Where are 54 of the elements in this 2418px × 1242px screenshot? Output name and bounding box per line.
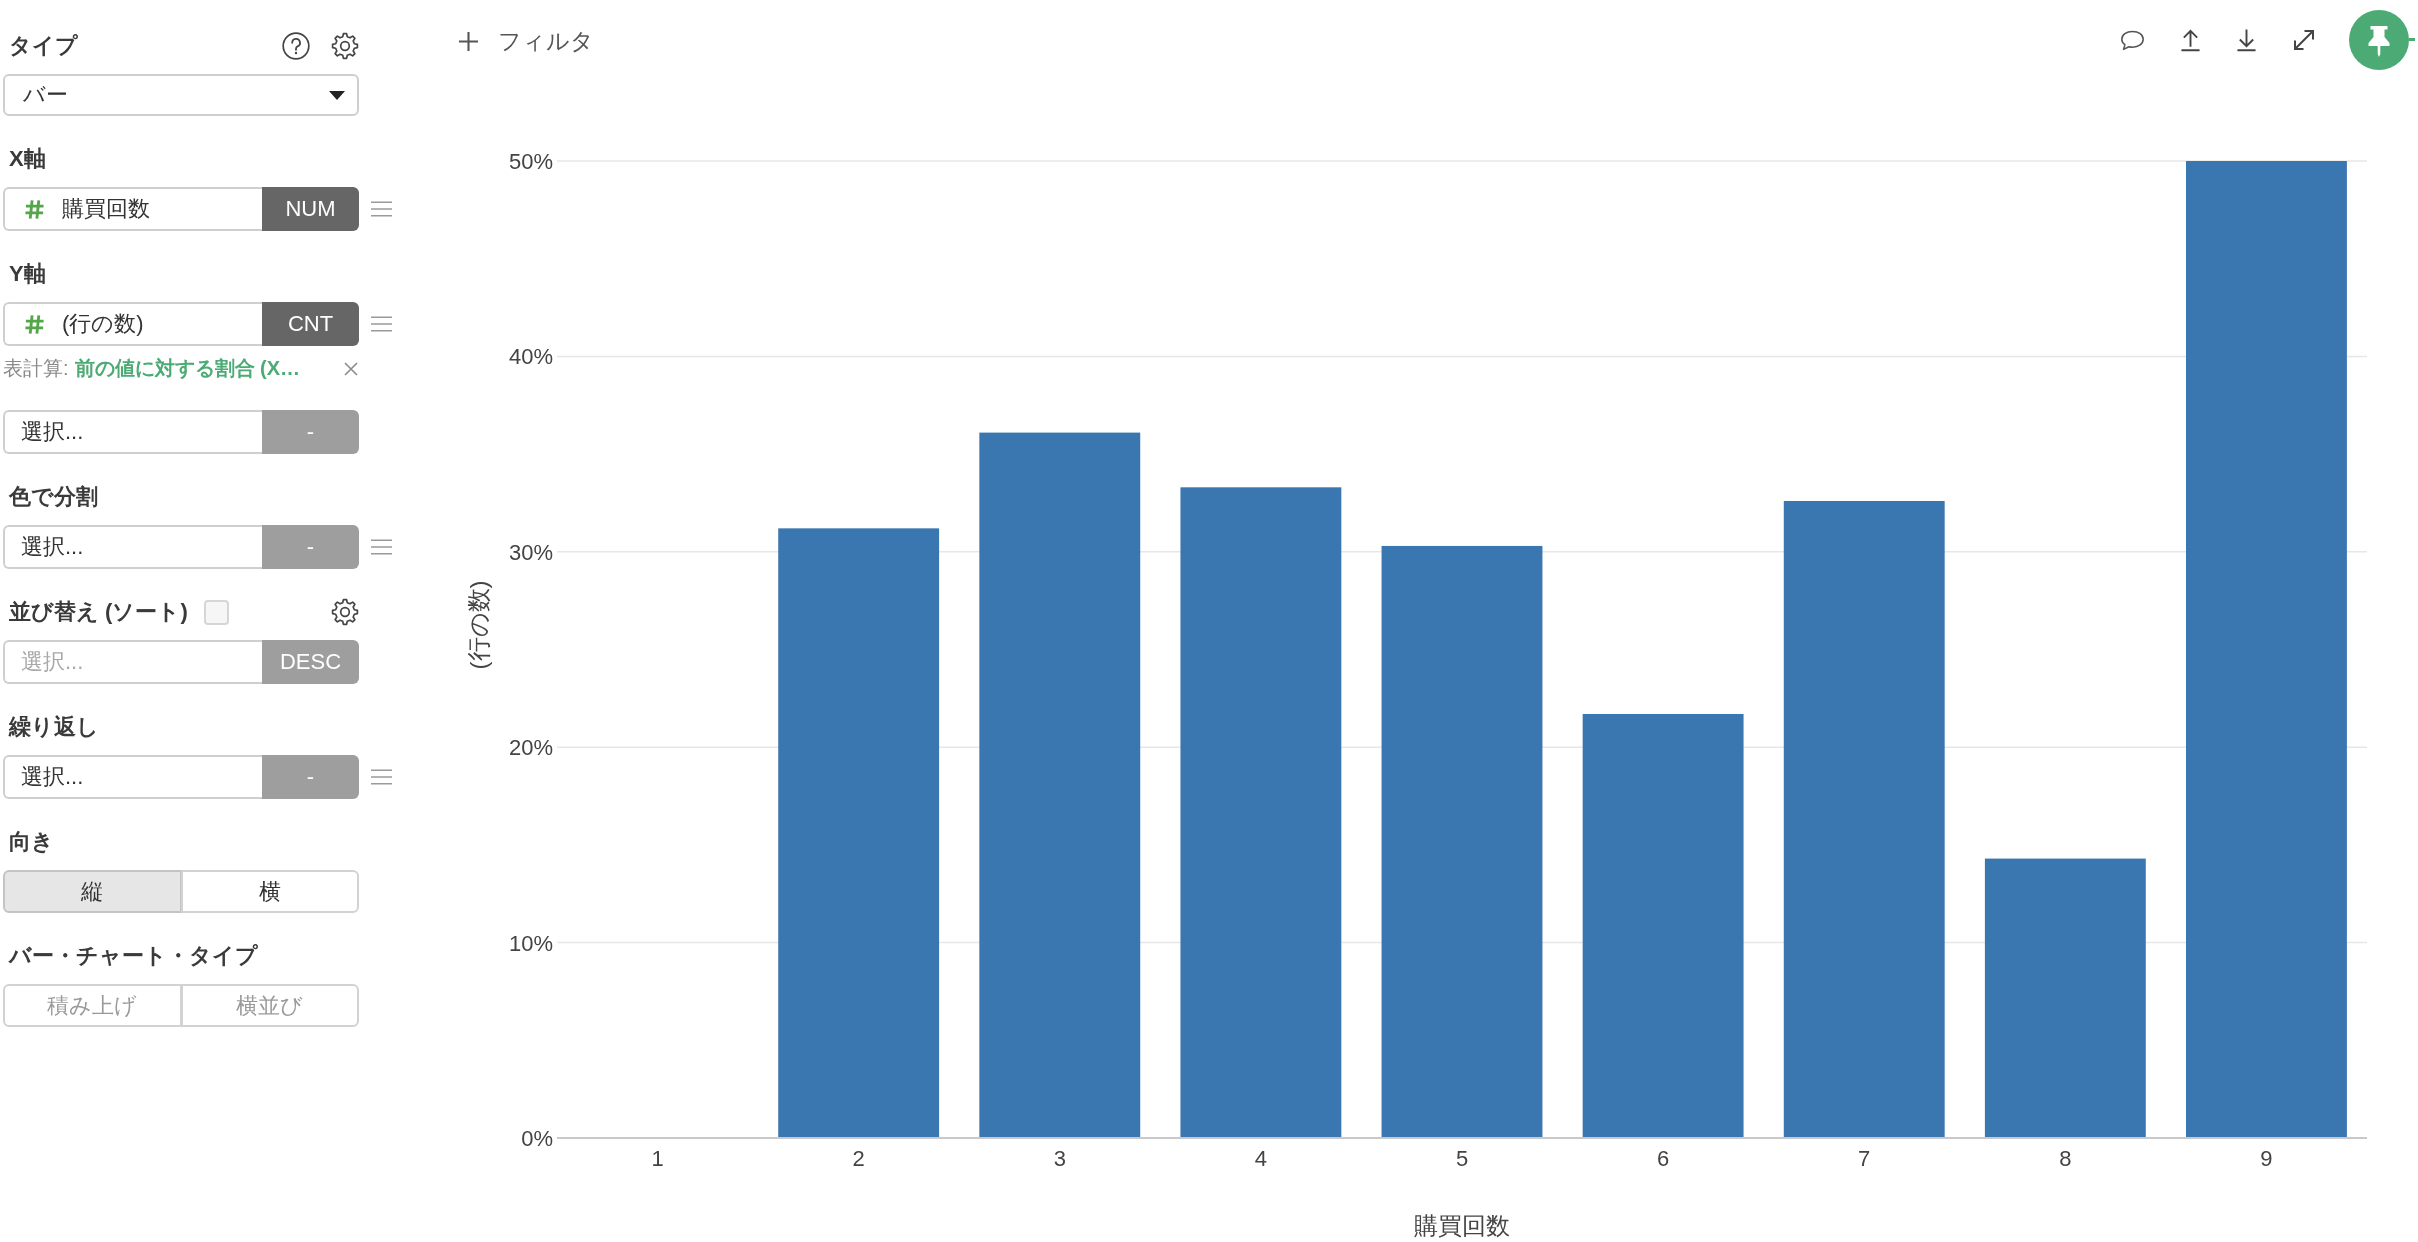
help-icon[interactable] <box>282 32 310 60</box>
x-tick-label: 2 <box>852 1146 865 1171</box>
calc-label: 表計算: <box>3 356 69 381</box>
y-axis-title: (行の数) <box>464 580 492 670</box>
section-label: 向き <box>8 828 54 856</box>
aggregate-button[interactable]: CNT <box>262 302 359 346</box>
x-tick-label: 5 <box>1455 1146 1469 1171</box>
section-label: タイプ <box>8 32 78 60</box>
sort-field[interactable]: 選択... <box>3 640 262 684</box>
segment-button[interactable]: 横 <box>180 870 359 913</box>
x-tick-label: 9 <box>2260 1146 2273 1171</box>
y-tick-label: 20% <box>508 735 553 761</box>
pin-icon[interactable] <box>2349 10 2415 70</box>
x-tick-label: 7 <box>1858 1146 1871 1171</box>
settings-icon[interactable] <box>331 32 359 60</box>
comment-icon[interactable] <box>2120 29 2145 51</box>
expand-icon[interactable] <box>2292 28 2316 52</box>
section-label: 繰り返し <box>7 713 99 741</box>
section-label: 色で分割 <box>8 483 98 511</box>
menu-icon[interactable] <box>371 769 392 785</box>
x-tick-label: 3 <box>1053 1146 1066 1171</box>
settings-icon[interactable] <box>331 598 359 626</box>
x-tick-label: 1 <box>651 1146 664 1171</box>
y-tick-label: 10% <box>508 930 553 956</box>
menu-icon[interactable] <box>371 316 392 332</box>
menu-icon[interactable] <box>371 539 392 555</box>
plus-icon <box>459 31 478 51</box>
aggregate-button[interactable]: NUM <box>262 187 359 231</box>
segment-button[interactable]: 縦 <box>3 870 181 913</box>
y-tick-label: 0% <box>521 1126 553 1151</box>
menu-icon[interactable] <box>371 201 392 217</box>
y-tick-label: 50% <box>508 149 553 174</box>
column-select[interactable]: 購買回数 <box>3 187 262 231</box>
caret-icon <box>329 90 345 100</box>
close-icon[interactable] <box>344 361 358 376</box>
x-tick-label: 6 <box>1657 1146 1670 1171</box>
section-label: バー・チャート・タイプ <box>7 942 258 970</box>
filter-button[interactable]: フィルタ <box>459 25 594 57</box>
column-select[interactable]: (行の数) <box>3 302 262 346</box>
y-tick-label: 30% <box>508 539 553 565</box>
x-axis-title: 購買回数 <box>1414 1212 1510 1239</box>
x-tick-label: 8 <box>2059 1146 2072 1171</box>
column-select[interactable]: 選択... <box>3 525 262 569</box>
upload-icon[interactable] <box>2180 28 2201 52</box>
section-label: X軸 <box>8 145 46 173</box>
section-label: Y軸 <box>8 260 46 288</box>
y-tick-label: 40% <box>508 344 553 370</box>
column-select[interactable]: 選択... <box>3 755 262 799</box>
download-icon[interactable] <box>2236 28 2257 52</box>
section-label: 並び替え (ソート) <box>8 598 188 626</box>
checkbox[interactable] <box>203 599 229 625</box>
chart-type-dropdown[interactable]: バー <box>3 74 359 116</box>
column-select[interactable]: 選択... <box>3 410 262 454</box>
x-tick-label: 4 <box>1254 1146 1267 1171</box>
